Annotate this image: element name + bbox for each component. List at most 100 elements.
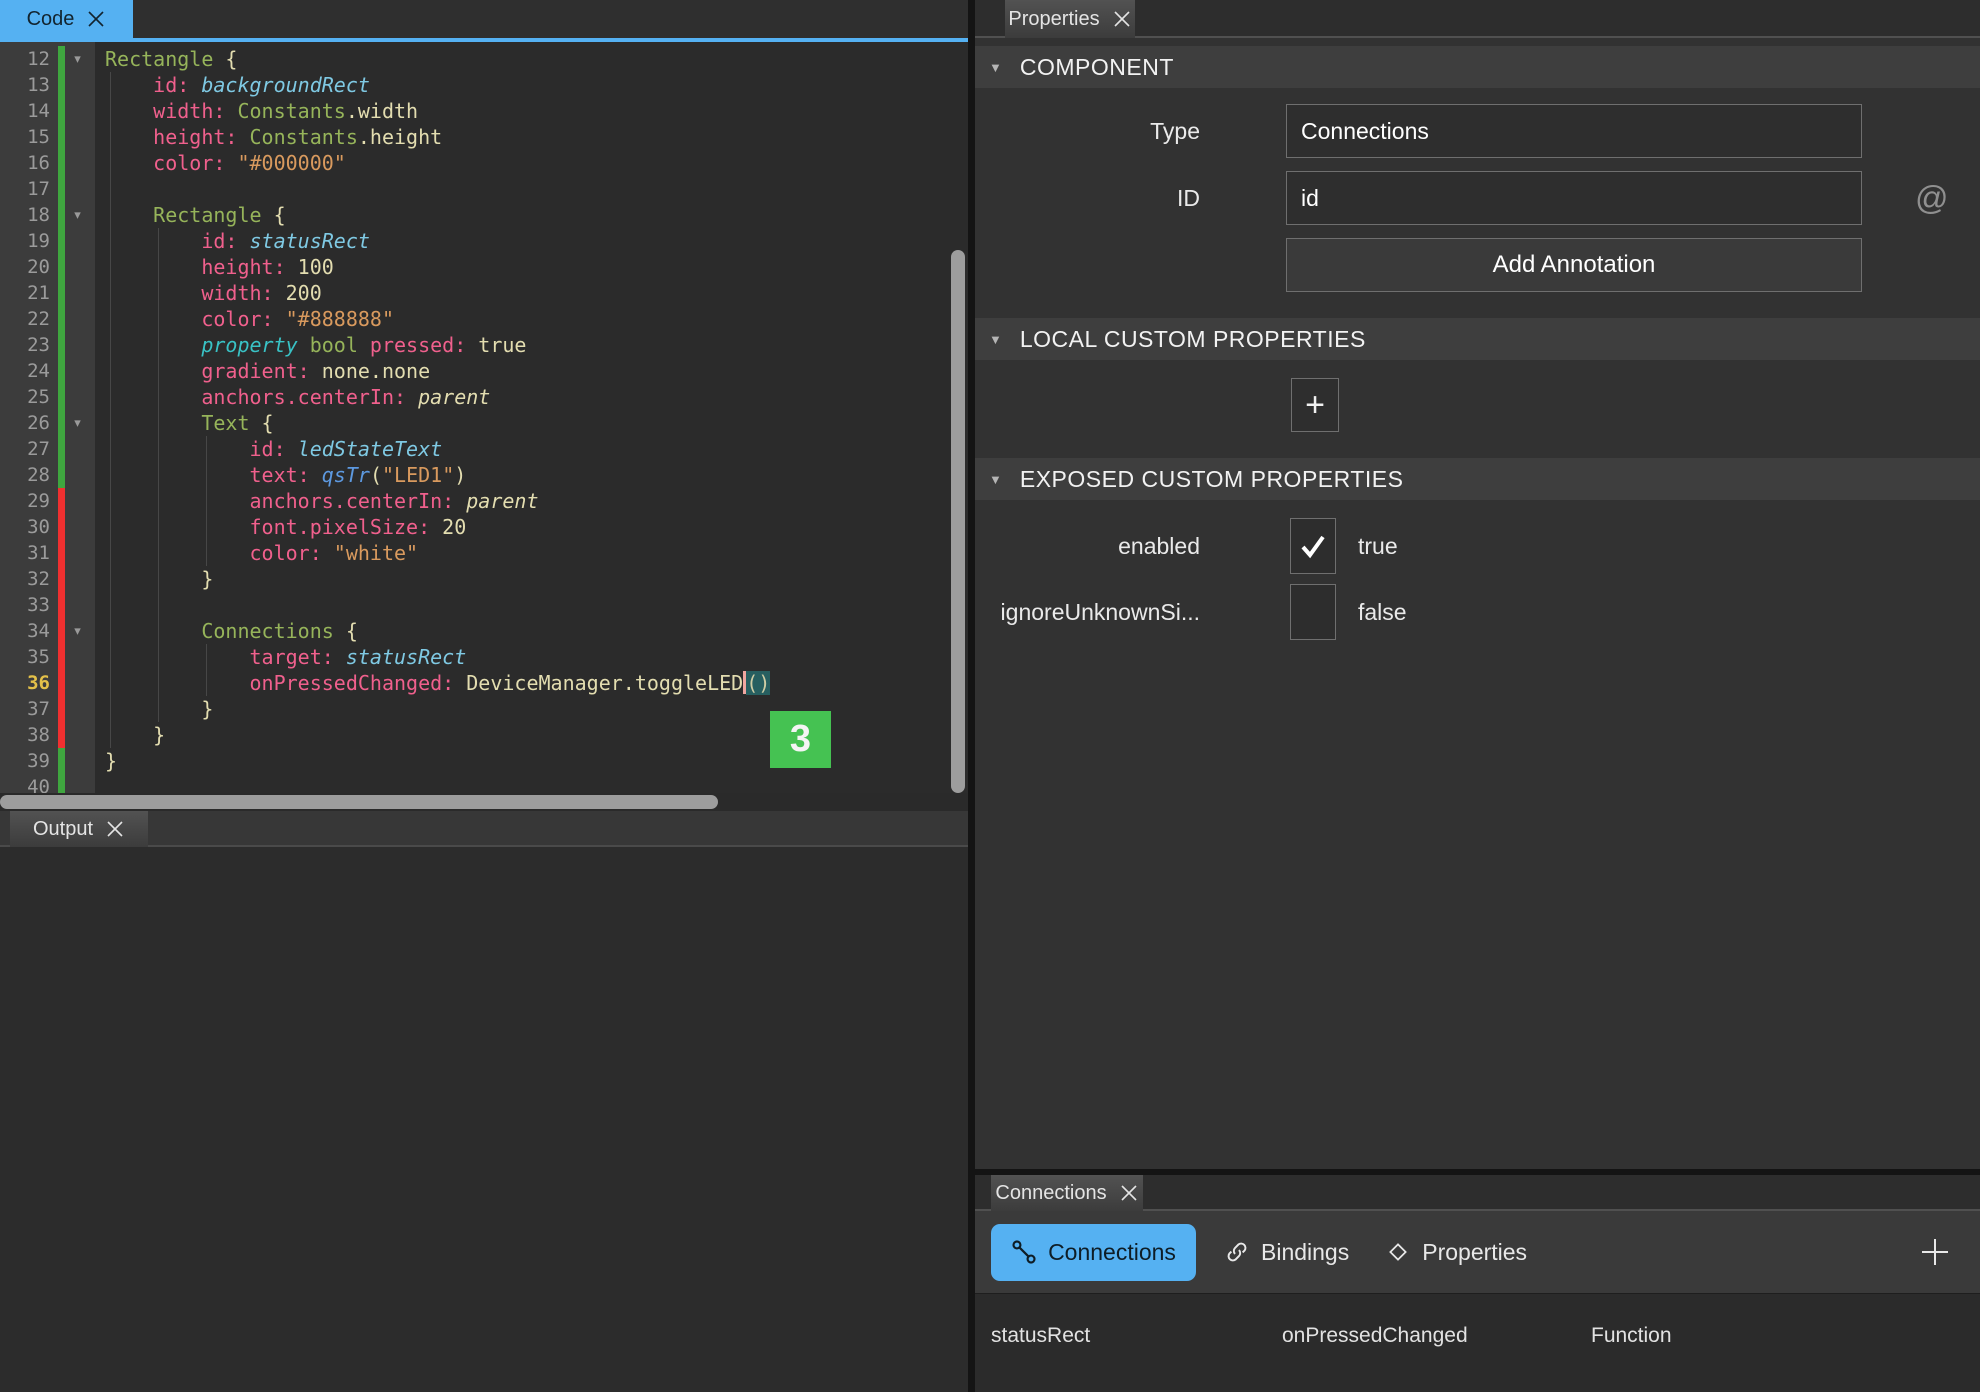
id-input[interactable] xyxy=(1286,171,1862,225)
line-number[interactable]: 40 xyxy=(0,774,58,793)
line-number[interactable]: 31 xyxy=(0,540,58,566)
connection-action-cell[interactable]: Function xyxy=(1591,1324,1672,1348)
code-line[interactable]: 33 xyxy=(0,592,968,618)
collapse-triangle-icon[interactable]: ▼ xyxy=(989,332,1002,347)
connection-row[interactable]: statusRect onPressedChanged Function xyxy=(975,1324,1980,1348)
section-component[interactable]: ▼ COMPONENT xyxy=(975,46,1980,88)
code-line[interactable]: 15 height: Constants.height xyxy=(0,124,968,150)
code-line[interactable]: 21 width: 200 xyxy=(0,280,968,306)
line-number[interactable]: 15 xyxy=(0,124,58,150)
line-number[interactable]: 20 xyxy=(0,254,58,280)
line-number[interactable]: 22 xyxy=(0,306,58,332)
code-line[interactable]: 13 id: backgroundRect xyxy=(0,72,968,98)
fold-marker-icon[interactable]: ▾ xyxy=(65,410,90,436)
code-line[interactable]: 22 color: "#888888" xyxy=(0,306,968,332)
tab-output[interactable]: Output xyxy=(10,811,148,847)
tab-connections[interactable]: Connections xyxy=(991,1175,1143,1211)
close-icon[interactable] xyxy=(1119,1183,1139,1203)
fold-marker-icon[interactable]: ▾ xyxy=(65,618,90,644)
line-number[interactable]: 27 xyxy=(0,436,58,462)
code-line[interactable]: 30 font.pixelSize: 20 xyxy=(0,514,968,540)
line-number[interactable]: 36 xyxy=(0,670,58,696)
code-line[interactable]: 19 id: statusRect xyxy=(0,228,968,254)
code-line[interactable]: 12▾Rectangle { xyxy=(0,46,968,72)
vcs-change-marker xyxy=(58,436,65,462)
line-number[interactable]: 30 xyxy=(0,514,58,540)
vcs-change-marker xyxy=(58,124,65,150)
connection-target-cell[interactable]: statusRect xyxy=(991,1324,1282,1348)
close-icon[interactable] xyxy=(105,819,125,839)
bindings-view-button[interactable]: Bindings xyxy=(1224,1239,1349,1266)
fold-gutter xyxy=(65,566,90,592)
annotation-at-icon[interactable]: @ xyxy=(1915,179,1949,217)
horizontal-scrollbar[interactable] xyxy=(0,795,718,809)
line-number[interactable]: 25 xyxy=(0,384,58,410)
fold-gutter xyxy=(65,98,90,124)
code-line[interactable]: 40 xyxy=(0,774,968,793)
code-line[interactable]: 16 color: "#000000" xyxy=(0,150,968,176)
line-number[interactable]: 32 xyxy=(0,566,58,592)
line-number[interactable]: 13 xyxy=(0,72,58,98)
code-line[interactable]: 18▾ Rectangle { xyxy=(0,202,968,228)
connections-view-button[interactable]: Connections xyxy=(991,1224,1196,1281)
collapse-triangle-icon[interactable]: ▼ xyxy=(989,60,1002,75)
type-input[interactable] xyxy=(1286,104,1862,158)
line-number[interactable]: 12 xyxy=(0,46,58,72)
line-number[interactable]: 33 xyxy=(0,592,58,618)
add-connection-icon[interactable] xyxy=(1920,1237,1950,1267)
line-number[interactable]: 24 xyxy=(0,358,58,384)
properties-view-button[interactable]: Properties xyxy=(1385,1239,1527,1266)
code-line[interactable]: 17 xyxy=(0,176,968,202)
section-exposed-custom-properties[interactable]: ▼ EXPOSED CUSTOM PROPERTIES xyxy=(975,458,1980,500)
line-number[interactable]: 18 xyxy=(0,202,58,228)
line-number[interactable]: 28 xyxy=(0,462,58,488)
code-line[interactable]: 27 id: ledStateText xyxy=(0,436,968,462)
add-property-button[interactable]: + xyxy=(1291,378,1339,432)
connection-signal-cell[interactable]: onPressedChanged xyxy=(1282,1324,1591,1348)
line-number[interactable]: 29 xyxy=(0,488,58,514)
code-line[interactable]: 26▾ Text { xyxy=(0,410,968,436)
line-number[interactable]: 38 xyxy=(0,722,58,748)
code-line[interactable]: 24 gradient: none.none xyxy=(0,358,968,384)
fold-marker-icon[interactable]: ▾ xyxy=(65,46,90,72)
line-number[interactable]: 16 xyxy=(0,150,58,176)
line-number[interactable]: 17 xyxy=(0,176,58,202)
collapse-triangle-icon[interactable]: ▼ xyxy=(989,472,1002,487)
close-icon[interactable] xyxy=(86,9,106,29)
code-line[interactable]: 28 text: qsTr("LED1") xyxy=(0,462,968,488)
line-number[interactable]: 34 xyxy=(0,618,58,644)
vcs-change-marker xyxy=(58,722,65,748)
line-number[interactable]: 19 xyxy=(0,228,58,254)
fold-gutter xyxy=(65,332,90,358)
code-line[interactable]: 36 onPressedChanged: DeviceManager.toggl… xyxy=(0,670,968,696)
code-line[interactable]: 14 width: Constants.width xyxy=(0,98,968,124)
line-number[interactable]: 21 xyxy=(0,280,58,306)
code-line[interactable]: 34▾ Connections { xyxy=(0,618,968,644)
code-line[interactable]: 25 anchors.centerIn: parent xyxy=(0,384,968,410)
line-number[interactable]: 35 xyxy=(0,644,58,670)
code-editor[interactable]: 12▾Rectangle {13 id: backgroundRect14 wi… xyxy=(0,42,968,793)
line-number[interactable]: 37 xyxy=(0,696,58,722)
vertical-scrollbar[interactable] xyxy=(951,250,965,793)
annotation-count-badge[interactable]: 3 xyxy=(770,711,831,768)
code-line[interactable]: 23 property bool pressed: true xyxy=(0,332,968,358)
code-line[interactable]: 35 target: statusRect xyxy=(0,644,968,670)
code-text: height: 100 xyxy=(90,254,334,280)
tab-properties[interactable]: Properties xyxy=(1005,0,1135,38)
section-local-custom-properties[interactable]: ▼ LOCAL CUSTOM PROPERTIES xyxy=(975,318,1980,360)
code-line[interactable]: 32 } xyxy=(0,566,968,592)
line-number[interactable]: 39 xyxy=(0,748,58,774)
line-number[interactable]: 23 xyxy=(0,332,58,358)
ignore-unknown-signals-checkbox[interactable] xyxy=(1290,584,1336,640)
line-number[interactable]: 14 xyxy=(0,98,58,124)
code-line[interactable]: 20 height: 100 xyxy=(0,254,968,280)
enabled-checkbox[interactable] xyxy=(1290,518,1336,574)
horizontal-scrollbar-track[interactable] xyxy=(0,793,968,811)
fold-marker-icon[interactable]: ▾ xyxy=(65,202,90,228)
tab-code[interactable]: Code xyxy=(0,0,133,38)
close-icon[interactable] xyxy=(1112,9,1132,29)
add-annotation-button[interactable]: Add Annotation xyxy=(1286,238,1862,292)
code-line[interactable]: 29 anchors.centerIn: parent xyxy=(0,488,968,514)
code-line[interactable]: 31 color: "white" xyxy=(0,540,968,566)
line-number[interactable]: 26 xyxy=(0,410,58,436)
